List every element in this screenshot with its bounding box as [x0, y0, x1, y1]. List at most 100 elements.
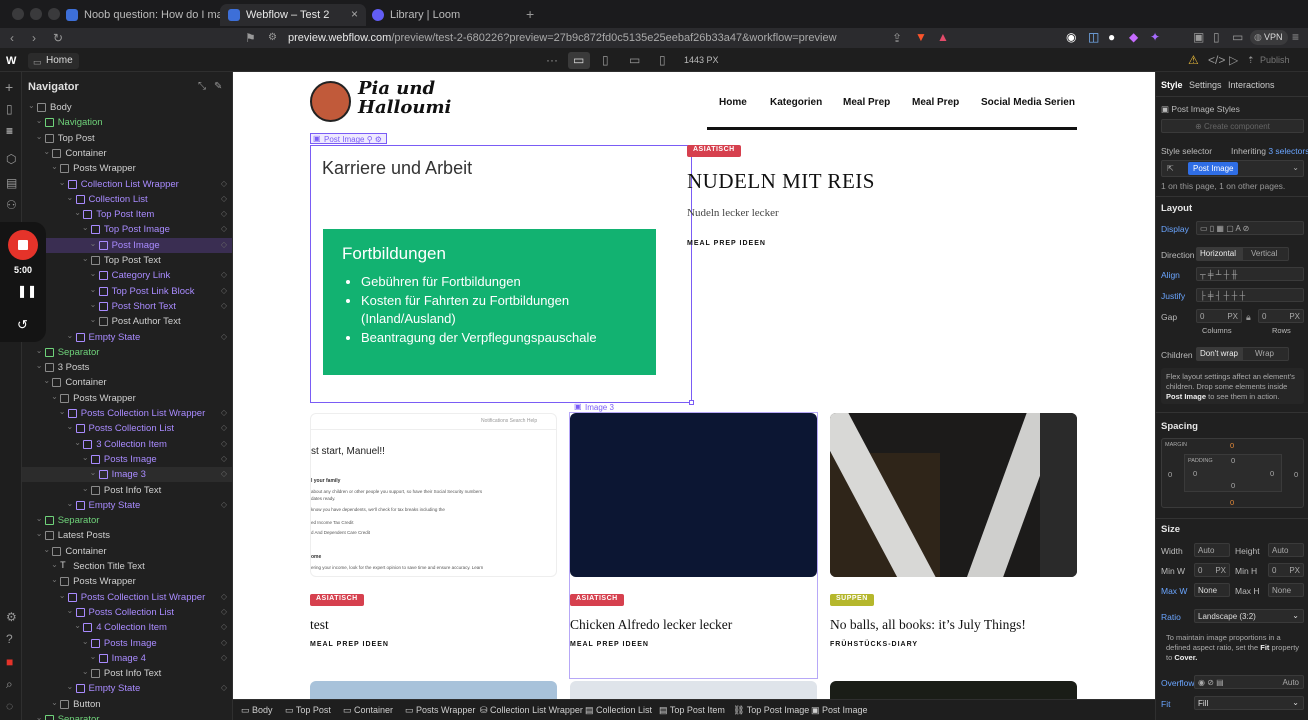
navigator-item[interactable]: ⌄ Empty State ◇ [22, 681, 232, 696]
breadcrumb-item[interactable]: ▣ Post Image [811, 705, 868, 716]
navigator-item[interactable]: ⌄ Image 4 ◇ [22, 651, 232, 666]
post-meta[interactable]: FRÜHSTÜCKS-DIARY [830, 641, 918, 648]
navigator-item[interactable]: ⌄ Container [22, 146, 232, 161]
component-link-icon[interactable]: ◇ [221, 439, 227, 448]
post-card-image-3[interactable] [830, 413, 1077, 577]
chevron-down-icon[interactable]: ⌄ [90, 239, 97, 248]
navigator-item[interactable]: ⌄ 4 Collection Item ◇ [22, 620, 232, 635]
chevron-down-icon[interactable]: ⌄ [36, 514, 43, 523]
chevron-down-icon[interactable]: ⌄ [67, 422, 74, 431]
vpn-button[interactable]: ◍ VPN [1250, 30, 1288, 45]
chevron-down-icon[interactable]: ⌄ [51, 575, 58, 584]
design-canvas[interactable]: Pia und Halloumi Home Kategorien Meal Pr… [233, 72, 1155, 699]
site-logo[interactable]: Pia und Halloumi [358, 79, 451, 117]
chevron-down-icon[interactable]: ⌄ [36, 713, 43, 720]
component-link-icon[interactable]: ◇ [221, 270, 227, 279]
breadcrumb-item[interactable]: ⛓ Top Post Image [733, 705, 809, 716]
chevron-down-icon[interactable]: ⌄ [82, 254, 89, 263]
nav-link-meal-prep-2[interactable]: Meal Prep [912, 97, 959, 108]
create-component-button[interactable]: ⊕ Create component [1161, 119, 1304, 133]
margin-top-value[interactable]: 0 [1230, 441, 1234, 451]
min-height-input[interactable]: 0 PX [1268, 563, 1304, 577]
stop-recording-button[interactable] [8, 230, 38, 260]
pin-panel-icon[interactable]: ✎ [214, 80, 222, 94]
chevron-down-icon[interactable]: ⌄ [82, 667, 89, 676]
chevron-down-icon[interactable]: ⌄ [74, 208, 81, 217]
chevron-down-icon[interactable]: ⌄ [59, 407, 66, 416]
size-section-title[interactable]: Size [1161, 524, 1180, 535]
chevron-down-icon[interactable]: ⌄ [67, 606, 74, 615]
min-width-input[interactable]: 0 PX [1194, 563, 1230, 577]
assets-icon[interactable]: ⚇ [6, 198, 17, 212]
breadcrumb-item[interactable]: ▭ Posts Wrapper [405, 705, 475, 716]
chevron-down-icon[interactable]: ⌄ [90, 300, 97, 309]
extension-icon[interactable]: ● [1108, 30, 1115, 44]
chevron-down-icon[interactable]: ⌄ [90, 285, 97, 294]
webflow-logo-icon[interactable]: W [6, 54, 16, 68]
navigator-icon[interactable]: ≡ [6, 124, 13, 138]
navigator-item[interactable]: ⌄ Separator [22, 345, 232, 360]
navigator-item[interactable]: ⌄ 3 Posts [22, 360, 232, 375]
url-field[interactable]: ⚙ preview.webflow.com/preview/test-2-680… [260, 29, 960, 47]
selector-state-icon[interactable]: ⇱ [1167, 164, 1174, 173]
navigator-item[interactable]: ⌄ Posts Wrapper [22, 574, 232, 589]
navigator-item[interactable]: ⌄ Post Short Text ◇ [22, 299, 232, 314]
navigator-item[interactable]: ⌄ Navigation [22, 115, 232, 130]
padding-box[interactable]: PADDING 0 0 0 0 [1184, 454, 1282, 492]
breadcrumb-item[interactable]: ⛁ Collection List Wrapper [480, 705, 583, 716]
minimize-window-dot[interactable] [30, 8, 42, 20]
navigator-item[interactable]: ⌄ Body [22, 100, 232, 115]
navigator-item[interactable]: ⌄ Top Post Image ◇ [22, 222, 232, 237]
nav-link-kategorien[interactable]: Kategorien [770, 97, 822, 108]
post-title[interactable]: No balls, all books: it’s July Things! [830, 617, 1026, 633]
menu-icon[interactable]: ≡ [1292, 30, 1299, 44]
post-card-image-6[interactable] [830, 681, 1077, 699]
gap-rows-input[interactable]: 0 PX [1258, 309, 1304, 323]
component-link-icon[interactable]: ◇ [221, 592, 227, 601]
navigator-item[interactable]: ⌄ T Section Title Text [22, 559, 232, 574]
layout-section-title[interactable]: Layout [1161, 203, 1192, 214]
navigator-item[interactable]: ⌄ Top Post Text [22, 253, 232, 268]
more-icon[interactable]: ··· [546, 53, 558, 67]
navigator-item[interactable]: ⌄ Post Image ◇ [22, 237, 232, 253]
post-title[interactable]: Chicken Alfredo lecker lecker [570, 617, 732, 633]
publish-button[interactable]: ⇡ Publish [1244, 53, 1296, 68]
chevron-down-icon[interactable]: ⌄ [90, 269, 97, 278]
logo-avatar[interactable] [310, 81, 351, 122]
desktop-breakpoint-button[interactable]: ▭ [568, 52, 590, 69]
component-link-icon[interactable]: ◇ [221, 622, 227, 631]
overflow-options[interactable]: ◉ ⊘ ▤ Auto [1194, 675, 1304, 689]
chevron-down-icon[interactable]: ⌄ [90, 652, 97, 661]
navigator-item[interactable]: ⌄ Container [22, 544, 232, 559]
breadcrumb-item[interactable]: ▤ Collection List [585, 705, 652, 716]
navigator-item[interactable]: ⌄ Collection List ◇ [22, 192, 232, 207]
navigator-item[interactable]: ⌄ Posts Collection List ◇ [22, 421, 232, 436]
post-card-image-5[interactable] [570, 681, 817, 699]
chevron-down-icon[interactable]: ⌄ [82, 637, 89, 646]
navigator-item[interactable]: ⌄ Posts Wrapper [22, 391, 232, 406]
chevron-down-icon[interactable]: ⌄ [43, 147, 50, 156]
selector-tag[interactable]: Post Image [1188, 162, 1239, 175]
close-tab-icon[interactable]: × [351, 7, 358, 21]
navigator-item[interactable]: ⌄ Post Info Text [22, 483, 232, 498]
pages-icon[interactable]: ▯ [6, 102, 13, 116]
post-meta[interactable]: MEAL PREP IDEEN [310, 641, 389, 648]
chevron-down-icon[interactable]: ⌄ [36, 529, 43, 538]
component-link-icon[interactable]: ◇ [221, 607, 227, 616]
bookmark-icon[interactable]: ⚑ [245, 31, 256, 45]
help-icon[interactable]: ? [6, 632, 13, 646]
chevron-down-icon[interactable]: ⌄ [74, 438, 81, 447]
tab-style[interactable]: Style [1161, 80, 1183, 90]
chevron-down-icon[interactable]: ⌄ [82, 484, 89, 493]
reload-icon[interactable]: ↻ [53, 31, 63, 45]
mobile-portrait-icon[interactable]: ▯ [659, 53, 666, 67]
chevron-down-icon[interactable]: ⌄ [59, 178, 66, 187]
margin-right-value[interactable]: 0 [1294, 470, 1298, 480]
collapse-all-icon[interactable]: ⤡ [198, 80, 206, 94]
overflow-auto[interactable]: Auto [1283, 678, 1299, 687]
navigator-item[interactable]: ⌄ Post Info Text [22, 666, 232, 681]
navigator-item[interactable]: ⌄ Button [22, 697, 232, 712]
post-image[interactable]: Karriere und Arbeit Fortbildungen Gebühr… [310, 145, 692, 403]
component-link-icon[interactable]: ◇ [221, 332, 227, 341]
restart-icon[interactable]: ↺ [17, 318, 28, 332]
